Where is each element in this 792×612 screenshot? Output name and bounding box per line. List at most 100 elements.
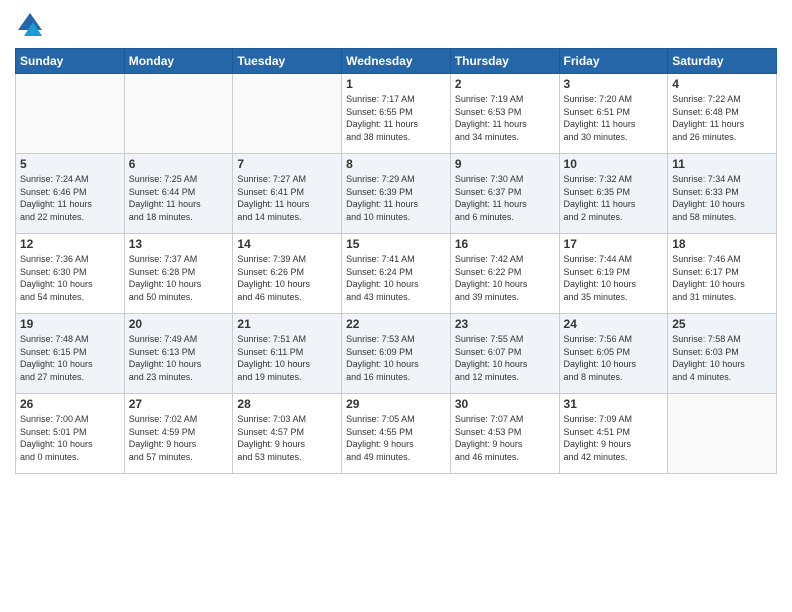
day-info: Sunrise: 7:48 AM Sunset: 6:15 PM Dayligh…	[20, 333, 120, 383]
calendar-cell: 31 Sunrise: 7:09 AM Sunset: 4:51 PM Dayli…	[559, 394, 668, 474]
calendar-cell: 1Sunrise: 7:17 AM Sunset: 6:55 PM Daylig…	[342, 74, 451, 154]
day-info: Sunrise: 7:49 AM Sunset: 6:13 PM Dayligh…	[129, 333, 229, 383]
day-number: 5	[20, 157, 120, 171]
week-row-2: 5 Sunrise: 7:24 AM Sunset: 6:46 PM Daylig…	[16, 154, 777, 234]
day-number: 18	[672, 237, 772, 251]
day-number: 3	[564, 77, 664, 91]
calendar-cell: 20 Sunrise: 7:49 AM Sunset: 6:13 PM Dayli…	[124, 314, 233, 394]
day-number: 19	[20, 317, 120, 331]
weekday-header-friday: Friday	[559, 49, 668, 74]
calendar-cell: 27 Sunrise: 7:02 AM Sunset: 4:59 PM Dayli…	[124, 394, 233, 474]
day-info: Sunrise: 7:09 AM Sunset: 4:51 PM Dayligh…	[564, 413, 664, 463]
calendar-cell: 25Sunrise: 7:58 AM Sunset: 6:03 PM Dayli…	[668, 314, 777, 394]
day-info: Sunrise: 7:05 AM Sunset: 4:55 PM Dayligh…	[346, 413, 446, 463]
weekday-header-tuesday: Tuesday	[233, 49, 342, 74]
weekday-header-sunday: Sunday	[16, 49, 125, 74]
day-number: 1	[346, 77, 446, 91]
day-info: Sunrise: 7:29 AM Sunset: 6:39 PM Dayligh…	[346, 173, 446, 223]
weekday-header-thursday: Thursday	[450, 49, 559, 74]
calendar-cell: 17Sunrise: 7:44 AM Sunset: 6:19 PM Dayli…	[559, 234, 668, 314]
week-row-4: 19 Sunrise: 7:48 AM Sunset: 6:15 PM Dayli…	[16, 314, 777, 394]
day-number: 14	[237, 237, 337, 251]
calendar-cell: 19 Sunrise: 7:48 AM Sunset: 6:15 PM Dayli…	[16, 314, 125, 394]
day-info: Sunrise: 7:27 AM Sunset: 6:41 PM Dayligh…	[237, 173, 337, 223]
day-number: 16	[455, 237, 555, 251]
day-info: Sunrise: 7:34 AM Sunset: 6:33 PM Dayligh…	[672, 173, 772, 223]
day-info: Sunrise: 7:22 AM Sunset: 6:48 PM Dayligh…	[672, 93, 772, 143]
calendar-page: SundayMondayTuesdayWednesdayThursdayFrid…	[0, 0, 792, 612]
week-row-5: 26 Sunrise: 7:00 AM Sunset: 5:01 PM Dayli…	[16, 394, 777, 474]
day-info: Sunrise: 7:25 AM Sunset: 6:44 PM Dayligh…	[129, 173, 229, 223]
calendar-cell	[124, 74, 233, 154]
day-info: Sunrise: 7:56 AM Sunset: 6:05 PM Dayligh…	[564, 333, 664, 383]
day-number: 22	[346, 317, 446, 331]
calendar-cell: 9 Sunrise: 7:30 AM Sunset: 6:37 PM Daylig…	[450, 154, 559, 234]
calendar-cell: 28 Sunrise: 7:03 AM Sunset: 4:57 PM Dayli…	[233, 394, 342, 474]
day-info: Sunrise: 7:19 AM Sunset: 6:53 PM Dayligh…	[455, 93, 555, 143]
calendar-cell: 6 Sunrise: 7:25 AM Sunset: 6:44 PM Daylig…	[124, 154, 233, 234]
day-number: 12	[20, 237, 120, 251]
weekday-header-wednesday: Wednesday	[342, 49, 451, 74]
day-number: 27	[129, 397, 229, 411]
day-info: Sunrise: 7:36 AM Sunset: 6:30 PM Dayligh…	[20, 253, 120, 303]
day-number: 4	[672, 77, 772, 91]
day-number: 13	[129, 237, 229, 251]
day-number: 15	[346, 237, 446, 251]
day-number: 28	[237, 397, 337, 411]
day-info: Sunrise: 7:51 AM Sunset: 6:11 PM Dayligh…	[237, 333, 337, 383]
calendar-table: SundayMondayTuesdayWednesdayThursdayFrid…	[15, 48, 777, 474]
calendar-cell: 16 Sunrise: 7:42 AM Sunset: 6:22 PM Dayli…	[450, 234, 559, 314]
day-info: Sunrise: 7:30 AM Sunset: 6:37 PM Dayligh…	[455, 173, 555, 223]
calendar-cell: 26 Sunrise: 7:00 AM Sunset: 5:01 PM Dayli…	[16, 394, 125, 474]
day-number: 9	[455, 157, 555, 171]
logo-icon	[15, 10, 45, 40]
day-info: Sunrise: 7:46 AM Sunset: 6:17 PM Dayligh…	[672, 253, 772, 303]
day-info: Sunrise: 7:41 AM Sunset: 6:24 PM Dayligh…	[346, 253, 446, 303]
day-info: Sunrise: 7:20 AM Sunset: 6:51 PM Dayligh…	[564, 93, 664, 143]
day-number: 10	[564, 157, 664, 171]
day-info: Sunrise: 7:42 AM Sunset: 6:22 PM Dayligh…	[455, 253, 555, 303]
weekday-header-saturday: Saturday	[668, 49, 777, 74]
calendar-cell: 7 Sunrise: 7:27 AM Sunset: 6:41 PM Daylig…	[233, 154, 342, 234]
day-number: 31	[564, 397, 664, 411]
day-number: 20	[129, 317, 229, 331]
calendar-cell: 4 Sunrise: 7:22 AM Sunset: 6:48 PM Daylig…	[668, 74, 777, 154]
day-number: 6	[129, 157, 229, 171]
day-info: Sunrise: 7:07 AM Sunset: 4:53 PM Dayligh…	[455, 413, 555, 463]
logo	[15, 10, 49, 40]
day-number: 29	[346, 397, 446, 411]
header	[15, 10, 777, 40]
week-row-3: 12 Sunrise: 7:36 AM Sunset: 6:30 PM Dayli…	[16, 234, 777, 314]
day-info: Sunrise: 7:44 AM Sunset: 6:19 PM Dayligh…	[564, 253, 664, 303]
calendar-cell: 2 Sunrise: 7:19 AM Sunset: 6:53 PM Daylig…	[450, 74, 559, 154]
day-info: Sunrise: 7:00 AM Sunset: 5:01 PM Dayligh…	[20, 413, 120, 463]
calendar-cell: 21Sunrise: 7:51 AM Sunset: 6:11 PM Dayli…	[233, 314, 342, 394]
calendar-cell: 10Sunrise: 7:32 AM Sunset: 6:35 PM Dayli…	[559, 154, 668, 234]
calendar-cell: 30 Sunrise: 7:07 AM Sunset: 4:53 PM Dayli…	[450, 394, 559, 474]
day-number: 26	[20, 397, 120, 411]
calendar-cell: 29 Sunrise: 7:05 AM Sunset: 4:55 PM Dayli…	[342, 394, 451, 474]
calendar-cell: 13Sunrise: 7:37 AM Sunset: 6:28 PM Dayli…	[124, 234, 233, 314]
calendar-cell: 14 Sunrise: 7:39 AM Sunset: 6:26 PM Dayli…	[233, 234, 342, 314]
weekday-header-row: SundayMondayTuesdayWednesdayThursdayFrid…	[16, 49, 777, 74]
day-info: Sunrise: 7:02 AM Sunset: 4:59 PM Dayligh…	[129, 413, 229, 463]
calendar-cell: 23Sunrise: 7:55 AM Sunset: 6:07 PM Dayli…	[450, 314, 559, 394]
day-info: Sunrise: 7:03 AM Sunset: 4:57 PM Dayligh…	[237, 413, 337, 463]
day-number: 24	[564, 317, 664, 331]
day-info: Sunrise: 7:24 AM Sunset: 6:46 PM Dayligh…	[20, 173, 120, 223]
calendar-cell: 24 Sunrise: 7:56 AM Sunset: 6:05 PM Dayli…	[559, 314, 668, 394]
day-number: 2	[455, 77, 555, 91]
calendar-cell	[233, 74, 342, 154]
day-number: 7	[237, 157, 337, 171]
day-number: 23	[455, 317, 555, 331]
week-row-1: 1Sunrise: 7:17 AM Sunset: 6:55 PM Daylig…	[16, 74, 777, 154]
calendar-cell: 22 Sunrise: 7:53 AM Sunset: 6:09 PM Dayli…	[342, 314, 451, 394]
day-number: 30	[455, 397, 555, 411]
day-number: 25	[672, 317, 772, 331]
calendar-cell: 18 Sunrise: 7:46 AM Sunset: 6:17 PM Dayli…	[668, 234, 777, 314]
calendar-cell	[668, 394, 777, 474]
day-info: Sunrise: 7:39 AM Sunset: 6:26 PM Dayligh…	[237, 253, 337, 303]
calendar-cell: 3 Sunrise: 7:20 AM Sunset: 6:51 PM Daylig…	[559, 74, 668, 154]
day-number: 8	[346, 157, 446, 171]
day-info: Sunrise: 7:53 AM Sunset: 6:09 PM Dayligh…	[346, 333, 446, 383]
